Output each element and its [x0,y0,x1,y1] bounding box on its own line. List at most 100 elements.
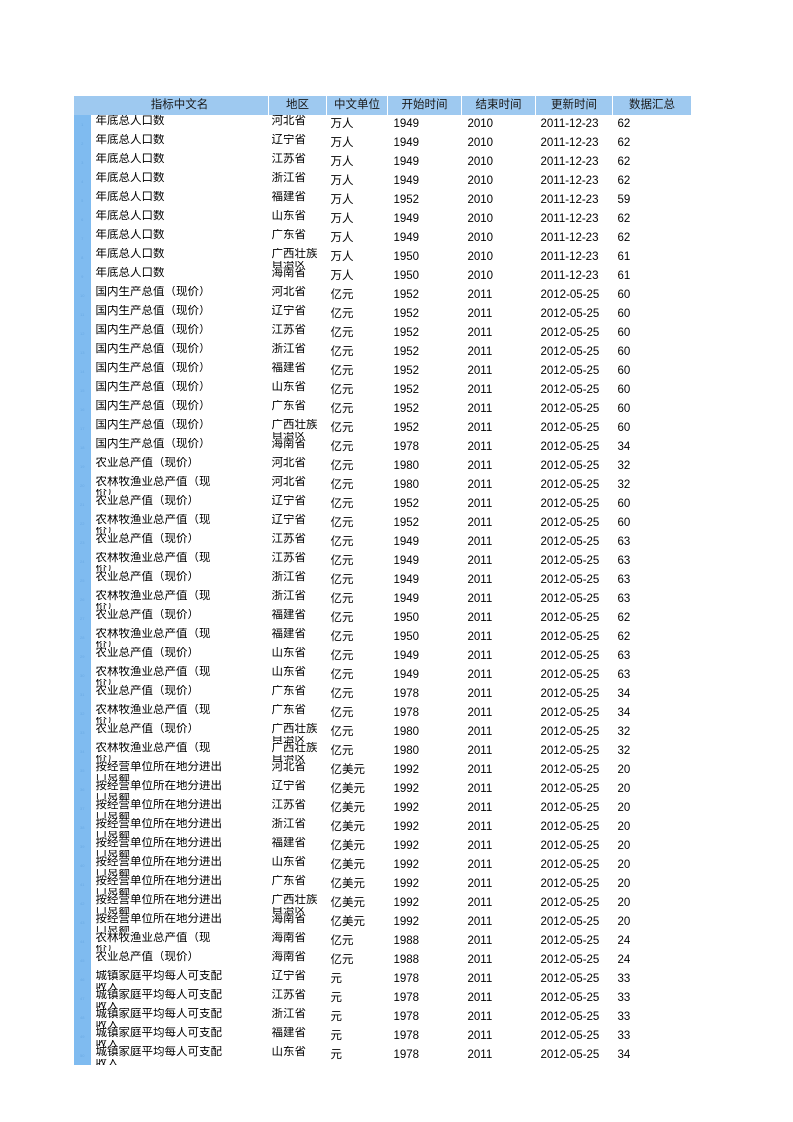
table-row[interactable]: 19 农业总产值（现价） 河北省 亿元 1980 2011 2012-05-25 32 [74,457,691,476]
column-header-unit[interactable]: 中文单位 [326,96,388,115]
cell-update-time[interactable]: 2011-12-23 [535,153,613,172]
table-row[interactable]: 27 农业总产值（现价） 福建省 亿元 1950 2011 2012-05-25 62 [74,609,691,628]
cell-start-time[interactable]: 1952 [387,381,462,400]
cell-unit[interactable]: 亿元 [326,571,388,590]
cell-indicator-name[interactable]: 按经营单位所在地分进出 口总额 [90,894,269,913]
table-row[interactable]: 15 国内生产总值（现价） 山东省 亿元 1952 2011 2012-05-25 60 [74,381,691,400]
cell-indicator-name[interactable]: 农林牧渔业总产值（现 价） [90,514,269,533]
cell-end-time[interactable]: 2011 [461,514,536,533]
cell-unit[interactable]: 亿元 [326,666,388,685]
cell-region[interactable]: 山东省 [268,381,327,400]
table-row[interactable]: 38 按经营单位所在地分进出 口总额 浙江省 亿美元 1992 2011 2012-05-25… [74,818,691,837]
cell-update-time[interactable]: 2012-05-25 [535,1008,613,1027]
row-number-cell[interactable]: 50 [74,1046,91,1065]
cell-start-time[interactable]: 1992 [387,837,462,856]
row-number-cell[interactable]: 40 [74,856,91,875]
cell-data-summary[interactable]: 62 [612,153,691,172]
cell-end-time[interactable]: 2011 [461,799,536,818]
cell-data-summary[interactable]: 62 [612,609,691,628]
row-number-cell[interactable]: 34 [74,742,91,761]
cell-update-time[interactable]: 2012-05-25 [535,970,613,989]
cell-unit[interactable]: 亿元 [326,552,388,571]
cell-unit[interactable]: 万人 [326,153,388,172]
cell-indicator-name[interactable]: 国内生产总值（现价） [90,362,269,381]
table-row[interactable]: 42 按经营单位所在地分进出 口总额 广西壮族 自治区 亿美元 1992 2011 2012-0… [74,894,691,913]
cell-data-summary[interactable]: 20 [612,913,691,932]
cell-indicator-name[interactable]: 按经营单位所在地分进出 口总额 [90,875,269,894]
cell-start-time[interactable]: 1978 [387,1008,462,1027]
cell-start-time[interactable]: 1949 [387,666,462,685]
cell-update-time[interactable]: 2012-05-25 [535,894,613,913]
cell-indicator-name[interactable]: 国内生产总值（现价） [90,324,269,343]
cell-end-time[interactable]: 2011 [461,704,536,723]
cell-end-time[interactable]: 2011 [461,666,536,685]
cell-indicator-name[interactable]: 按经营单位所在地分进出 口总额 [90,761,269,780]
cell-end-time[interactable]: 2011 [461,818,536,837]
cell-indicator-name[interactable]: 城镇家庭平均每人可支配 收入 [90,1027,269,1046]
cell-end-time[interactable]: 2011 [461,875,536,894]
cell-update-time[interactable]: 2011-12-23 [535,248,613,267]
cell-data-summary[interactable]: 20 [612,894,691,913]
row-number-cell[interactable]: 15 [74,381,91,400]
cell-end-time[interactable]: 2011 [461,495,536,514]
cell-unit[interactable]: 亿元 [326,723,388,742]
cell-unit[interactable]: 万人 [326,115,388,134]
cell-update-time[interactable]: 2012-05-25 [535,666,613,685]
cell-indicator-name[interactable]: 按经营单位所在地分进出 口总额 [90,780,269,799]
cell-end-time[interactable]: 2011 [461,362,536,381]
cell-update-time[interactable]: 2012-05-25 [535,324,613,343]
row-number-cell[interactable]: 5 [74,191,91,210]
cell-start-time[interactable]: 1980 [387,476,462,495]
cell-data-summary[interactable]: 60 [612,324,691,343]
cell-unit[interactable]: 亿元 [326,533,388,552]
cell-unit[interactable]: 元 [326,970,388,989]
table-row[interactable]: 44 农林牧渔业总产值（现 价） 海南省 亿元 1988 2011 2012-05-25 24 [74,932,691,951]
table-row[interactable]: 39 按经营单位所在地分进出 口总额 福建省 亿美元 1992 2011 2012-05-25… [74,837,691,856]
row-number-cell[interactable]: 41 [74,875,91,894]
cell-unit[interactable]: 亿元 [326,381,388,400]
cell-indicator-name[interactable]: 按经营单位所在地分进出 口总额 [90,818,269,837]
cell-data-summary[interactable]: 20 [612,761,691,780]
cell-indicator-name[interactable]: 国内生产总值（现价） [90,400,269,419]
cell-end-time[interactable]: 2011 [461,780,536,799]
cell-start-time[interactable]: 1949 [387,210,462,229]
cell-data-summary[interactable]: 20 [612,837,691,856]
cell-indicator-name[interactable]: 按经营单位所在地分进出 口总额 [90,913,269,932]
cell-end-time[interactable]: 2010 [461,172,536,191]
cell-end-time[interactable]: 2011 [461,590,536,609]
cell-update-time[interactable]: 2012-05-25 [535,685,613,704]
cell-start-time[interactable]: 1992 [387,818,462,837]
cell-region[interactable]: 浙江省 [268,590,327,609]
row-number-cell[interactable]: 23 [74,533,91,552]
table-row[interactable]: 2 年底总人口数 辽宁省 万人 1949 2010 2011-12-23 62 [74,134,691,153]
row-number-cell[interactable]: 25 [74,571,91,590]
cell-region[interactable]: 海南省 [268,932,327,951]
cell-region[interactable]: 山东省 [268,1046,327,1065]
cell-indicator-name[interactable]: 农业总产值（现价） [90,533,269,552]
cell-region[interactable]: 辽宁省 [268,305,327,324]
cell-end-time[interactable]: 2010 [461,210,536,229]
cell-start-time[interactable]: 1992 [387,875,462,894]
cell-unit[interactable]: 元 [326,989,388,1008]
cell-start-time[interactable]: 1949 [387,153,462,172]
cell-data-summary[interactable]: 60 [612,381,691,400]
table-row[interactable]: 30 农林牧渔业总产值（现 价） 山东省 亿元 1949 2011 2012-05-25 63 [74,666,691,685]
table-row[interactable]: 24 农林牧渔业总产值（现 价） 江苏省 亿元 1949 2011 2012-05-25 63 [74,552,691,571]
table-row[interactable]: 32 农林牧渔业总产值（现 价） 广东省 亿元 1978 2011 2012-05-25 34 [74,704,691,723]
row-number-cell[interactable]: 18 [74,438,91,457]
cell-start-time[interactable]: 1952 [387,343,462,362]
cell-start-time[interactable]: 1978 [387,1046,462,1065]
cell-indicator-name[interactable]: 年底总人口数 [90,248,269,267]
cell-data-summary[interactable]: 62 [612,134,691,153]
cell-end-time[interactable]: 2010 [461,115,536,134]
cell-unit[interactable]: 亿元 [326,609,388,628]
cell-update-time[interactable]: 2012-05-25 [535,704,613,723]
cell-indicator-name[interactable]: 农业总产值（现价） [90,609,269,628]
row-number-cell[interactable]: 48 [74,1008,91,1027]
cell-region[interactable]: 河北省 [268,286,327,305]
table-row[interactable]: 10 国内生产总值（现价） 河北省 亿元 1952 2011 2012-05-25 60 [74,286,691,305]
cell-end-time[interactable]: 2011 [461,533,536,552]
row-number-cell[interactable]: 46 [74,970,91,989]
cell-region[interactable]: 广东省 [268,229,327,248]
row-number-cell[interactable]: 35 [74,761,91,780]
